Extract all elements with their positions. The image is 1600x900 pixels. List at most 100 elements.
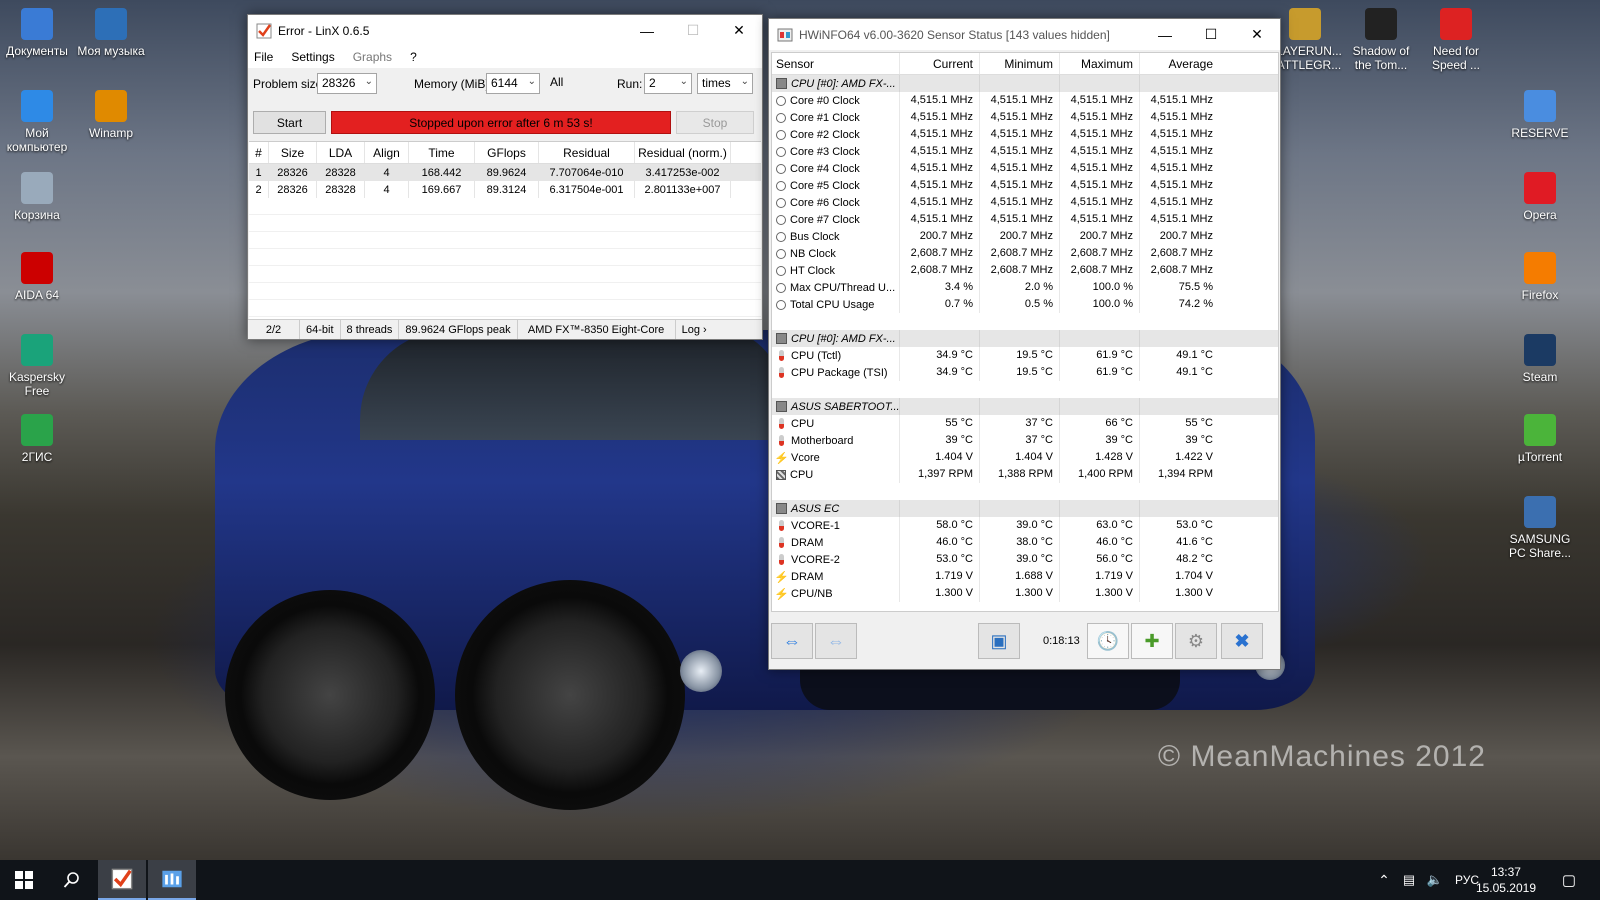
log-file-add-icon[interactable]: ✚ (1131, 623, 1173, 659)
menu-file[interactable]: File (254, 50, 273, 64)
minimize-button[interactable]: — (624, 15, 670, 46)
sensor-name-cell: Bus Clock (772, 231, 899, 243)
sensor-row[interactable]: Core #7 Clock 4,515.1 MHz 4,515.1 MHz 4,515… (772, 211, 1278, 228)
sensor-row[interactable]: NB Clock 2,608.7 MHz 2,608.7 MHz 2,608.7 MH… (772, 245, 1278, 262)
sensor-row[interactable]: ⚡ CPU/NB 1.300 V 1.300 V 1.300 V 1.300 V (772, 585, 1278, 602)
sensor-row[interactable]: ⚡ Vcore 1.404 V 1.404 V 1.428 V 1.422 V (772, 449, 1278, 466)
sensor-row[interactable]: Core #6 Clock 4,515.1 MHz 4,515.1 MHz 4,515… (772, 194, 1278, 211)
problem-size-combo[interactable]: 28326 ⌄ (317, 73, 377, 94)
sensor-group-row[interactable]: ASUS EC (772, 500, 1278, 517)
sensor-row[interactable]: Core #4 Clock 4,515.1 MHz 4,515.1 MHz 4,515… (772, 160, 1278, 177)
desktop-icon[interactable]: Steam (1503, 334, 1577, 384)
sensor-row[interactable]: CPU 55 °C 37 °C 66 °C 55 °C (772, 415, 1278, 432)
linx-titlebar[interactable]: Error - LinX 0.6.5 — ☐ ✕ (248, 15, 762, 46)
sensor-row[interactable]: Core #3 Clock 4,515.1 MHz 4,515.1 MHz 4,515… (772, 143, 1278, 160)
desktop-icon[interactable]: SAMSUNG PC Share... (1503, 496, 1577, 560)
sensor-group-row[interactable]: CPU [#0]: AMD FX-... (772, 330, 1278, 347)
desktop-icon[interactable]: Документы (0, 8, 74, 58)
column-header[interactable]: Minimum (979, 53, 1059, 74)
menu-help[interactable]: ? (410, 50, 417, 64)
column-header[interactable]: Maximum (1059, 53, 1139, 74)
network-icon[interactable]: ▤ (1398, 860, 1420, 900)
desktop-icon[interactable]: µTorrent (1503, 414, 1577, 464)
sensor-row[interactable]: Core #0 Clock 4,515.1 MHz 4,515.1 MHz 4,515… (772, 92, 1278, 109)
column-header[interactable]: # (249, 142, 269, 163)
column-header[interactable]: LDA (317, 142, 365, 163)
table-cell: 28326 (269, 181, 317, 198)
desktop-icon[interactable]: Kaspersky Free (0, 334, 74, 398)
clock-icon[interactable]: 🕓 (1087, 623, 1129, 659)
sensor-row[interactable]: DRAM 46.0 °C 38.0 °C 46.0 °C 41.6 °C (772, 534, 1278, 551)
table-row[interactable]: 2 28326 28328 4 169.667 89.3124 6.317504e-001 2… (249, 181, 761, 198)
taskbar-hwinfo[interactable] (148, 860, 196, 900)
sensor-row[interactable]: VCORE-2 53.0 °C 39.0 °C 56.0 °C 48.2 °C (772, 551, 1278, 568)
maximize-button[interactable]: ☐ (1188, 19, 1234, 50)
taskbar-linx[interactable] (98, 860, 146, 900)
column-header[interactable]: Current (899, 53, 979, 74)
computer-icon (21, 90, 53, 122)
close-x-icon[interactable]: ✖ (1221, 623, 1263, 659)
sensor-row[interactable]: Core #2 Clock 4,515.1 MHz 4,515.1 MHz 4,515… (772, 126, 1278, 143)
sensor-row[interactable]: CPU Package (TSI) 34.9 °C 19.5 °C 61.9 °C 49… (772, 364, 1278, 381)
sensor-row[interactable]: Bus Clock 200.7 MHz 200.7 MHz 200.7 MHz 200.… (772, 228, 1278, 245)
desktop-icon[interactable]: AIDA 64 (0, 252, 74, 302)
close-button[interactable]: ✕ (1234, 19, 1280, 50)
minimize-button[interactable]: — (1142, 19, 1188, 50)
desktop-icon[interactable]: Shadow of the Tom... (1344, 8, 1418, 72)
column-header[interactable]: Size (269, 142, 317, 163)
sensor-row[interactable]: VCORE-1 58.0 °C 39.0 °C 63.0 °C 53.0 °C (772, 517, 1278, 534)
desktop-icon[interactable]: Корзина (0, 172, 74, 222)
sensor-value (979, 398, 1059, 415)
desktop-icon[interactable]: Winamp (74, 90, 148, 140)
run-count-combo[interactable]: 2 ⌄ (644, 73, 692, 94)
sensor-row[interactable]: Motherboard 39 °C 37 °C 39 °C 39 °C (772, 432, 1278, 449)
desktop-icon[interactable]: Firefox (1503, 252, 1577, 302)
sensor-row[interactable]: ⚡ DRAM 1.719 V 1.688 V 1.719 V 1.704 V (772, 568, 1278, 585)
network-computers-icon[interactable]: ▣ (978, 623, 1020, 659)
memory-combo[interactable]: 6144 ⌄ (486, 73, 540, 94)
results-table[interactable]: # Size LDA Align Time GFlops Residual Residual … (249, 141, 761, 319)
column-header[interactable]: Time (409, 142, 475, 163)
sensor-row[interactable]: Max CPU/Thread U... 3.4 % 2.0 % 100.0 % 75.5… (772, 279, 1278, 296)
desktop-icon[interactable]: RESERVE (1503, 90, 1577, 140)
log-button[interactable]: Log › (676, 320, 713, 339)
sensor-row[interactable]: CPU 1,397 RPM 1,388 RPM 1,400 RPM 1,394 RPM (772, 466, 1278, 483)
menu-graphs[interactable]: Graphs (353, 50, 392, 64)
run-unit-combo[interactable]: times ⌄ (697, 73, 753, 94)
column-header[interactable]: Sensor (772, 57, 899, 71)
search-button[interactable] (48, 860, 96, 900)
sensor-row[interactable]: Core #1 Clock 4,515.1 MHz 4,515.1 MHz 4,515… (772, 109, 1278, 126)
column-header[interactable]: GFlops (475, 142, 539, 163)
navigate-arrows-icon[interactable]: ⇔ (771, 623, 813, 659)
sensor-row[interactable]: CPU (Tctl) 34.9 °C 19.5 °C 61.9 °C 49.1 °C (772, 347, 1278, 364)
sensor-group-row[interactable]: CPU [#0]: AMD FX-... (772, 75, 1278, 92)
start-menu-button[interactable] (0, 860, 48, 900)
desktop-icon[interactable]: Моя музыка (74, 8, 148, 58)
sensor-row[interactable]: Total CPU Usage 0.7 % 0.5 % 100.0 % 74.2 % (772, 296, 1278, 313)
sensor-table[interactable]: Sensor Current Minimum Maximum Average CPU [#… (771, 52, 1279, 612)
volume-icon[interactable]: 🔈 (1424, 860, 1446, 900)
settings-gear-icon[interactable]: ⚙ (1175, 623, 1217, 659)
menu-settings[interactable]: Settings (291, 50, 334, 64)
chevron-up-icon[interactable]: ⌃ (1374, 860, 1394, 900)
sensor-row[interactable]: Core #5 Clock 4,515.1 MHz 4,515.1 MHz 4,515… (772, 177, 1278, 194)
clock[interactable]: 13:37 15.05.2019 (1476, 864, 1536, 896)
column-header[interactable]: Residual (539, 142, 635, 163)
desktop-icon[interactable]: Opera (1503, 172, 1577, 222)
sensor-group-row[interactable]: ASUS SABERTOOT... (772, 398, 1278, 415)
memory-all-button[interactable]: All (550, 75, 563, 89)
close-button[interactable]: ✕ (716, 15, 762, 46)
notifications-icon[interactable]: ▢ (1552, 860, 1586, 900)
column-header[interactable]: Average (1139, 53, 1219, 74)
desktop-icon[interactable]: Мой компьютер (0, 90, 74, 154)
hwinfo-titlebar[interactable]: HWiNFO64 v6.00-3620 Sensor Status [143 v… (769, 19, 1280, 50)
sensor-name-cell: Core #6 Clock (772, 197, 899, 209)
column-header[interactable]: Residual (norm.) (635, 142, 731, 163)
sensor-row[interactable]: HT Clock 2,608.7 MHz 2,608.7 MHz 2,608.7 MH… (772, 262, 1278, 279)
table-row[interactable]: 1 28326 28328 4 168.442 89.9624 7.707064e-010 3… (249, 164, 761, 181)
column-header[interactable]: Align (365, 142, 409, 163)
start-button[interactable]: Start (253, 111, 326, 134)
desktop-icon[interactable]: Need for Speed ... (1419, 8, 1493, 72)
collapse-arrows-icon[interactable]: ⇔ (815, 623, 857, 659)
desktop-icon[interactable]: 2ГИС (0, 414, 74, 464)
